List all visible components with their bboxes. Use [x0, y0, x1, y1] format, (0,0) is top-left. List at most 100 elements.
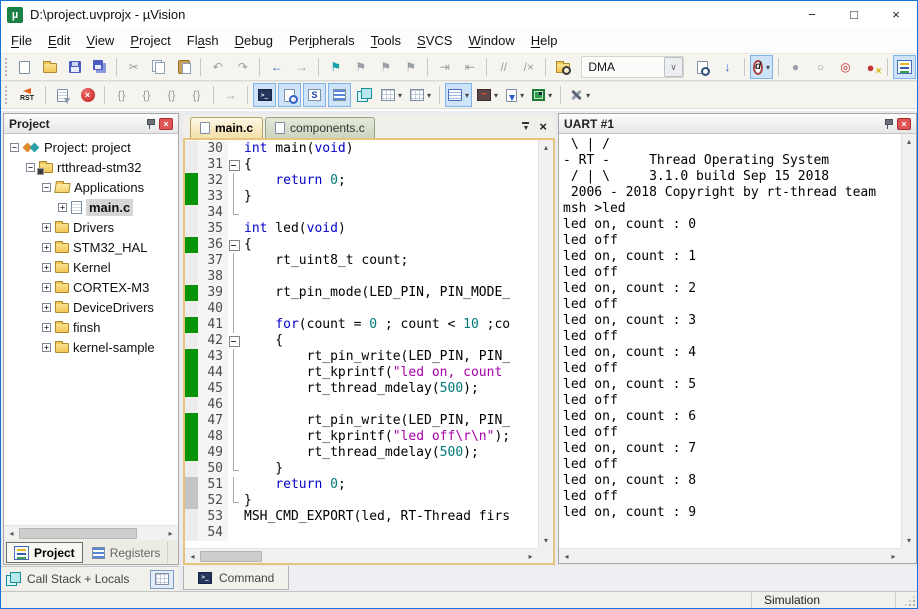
system-viewer-dropdown-icon[interactable]: ▾	[548, 91, 552, 100]
tree-item-kernel[interactable]: +Kernel	[4, 257, 178, 277]
symbol-window[interactable]: S	[303, 83, 326, 107]
editor-hscrollbar[interactable]: ◂ ▸	[185, 548, 538, 563]
open-file[interactable]	[38, 55, 61, 79]
search-input[interactable]: DMA	[588, 60, 615, 74]
close-button[interactable]: ×	[875, 1, 917, 28]
disable-all-breakpoints[interactable]: ◎	[834, 55, 857, 79]
project-tree-hscrollbar[interactable]: ◂ ▸	[4, 525, 178, 540]
menu-svcs[interactable]: SVCS	[409, 30, 460, 51]
scroll-down-icon[interactable]: ▾	[539, 533, 554, 548]
search-combobox[interactable]: DMA ∨	[581, 56, 684, 78]
scroll-right-icon[interactable]: ▸	[523, 549, 538, 564]
find-in-files[interactable]	[551, 55, 574, 79]
menu-help[interactable]: Help	[523, 30, 566, 51]
find-dialog[interactable]: d▾	[750, 55, 773, 79]
debug-toolbox-dropdown-icon[interactable]: ▾	[586, 91, 590, 100]
expand-icon[interactable]: +	[42, 343, 51, 352]
editor-tab-main-c[interactable]: main.c	[190, 117, 263, 138]
fold-collapse-icon[interactable]	[228, 333, 240, 349]
reset-cpu[interactable]: RST	[14, 83, 40, 107]
menu-flash[interactable]: Flash	[179, 30, 227, 51]
menu-tools[interactable]: Tools	[363, 30, 409, 51]
debug-toolbox[interactable]: ▾	[566, 83, 593, 107]
analysis-windows-dropdown-icon[interactable]: ▾	[494, 91, 498, 100]
editor-vscrollbar[interactable]: ▴ ▾	[538, 140, 553, 548]
tree-item-drivers[interactable]: +Drivers	[4, 217, 178, 237]
undo[interactable]: ↶	[206, 55, 229, 79]
copy[interactable]	[147, 55, 170, 79]
comment-selection[interactable]: //	[492, 55, 515, 79]
tree-item-finsh[interactable]: +finsh	[4, 317, 178, 337]
pin-icon[interactable]	[883, 118, 893, 129]
pin-icon[interactable]	[145, 118, 155, 129]
editor-tab-components-c[interactable]: components.c	[265, 117, 375, 138]
analysis-windows[interactable]: ~▾	[474, 83, 501, 107]
menu-file[interactable]: File	[3, 30, 40, 51]
expand-icon[interactable]: +	[42, 243, 51, 252]
lookup-word[interactable]	[691, 55, 714, 79]
new-file[interactable]	[13, 55, 36, 79]
expand-icon[interactable]: +	[42, 323, 51, 332]
resize-grip[interactable]	[913, 604, 915, 606]
tab-registers[interactable]: Registers	[85, 542, 169, 563]
tab-list-icon[interactable]: ▼	[522, 122, 529, 132]
scroll-down-icon[interactable]: ▾	[902, 533, 917, 548]
save-all[interactable]	[88, 55, 111, 79]
collapse-icon[interactable]: −	[42, 183, 51, 192]
tree-item-project-project[interactable]: −Project: project	[4, 137, 178, 157]
expand-icon[interactable]: +	[42, 263, 51, 272]
watch-windows-dropdown-icon[interactable]: ▾	[398, 91, 402, 100]
menu-edit[interactable]: Edit	[40, 30, 78, 51]
menu-project[interactable]: Project	[122, 30, 178, 51]
expand-icon[interactable]: +	[42, 283, 51, 292]
step-out[interactable]: {}	[160, 83, 183, 107]
menu-window[interactable]: Window	[460, 30, 522, 51]
combobox-dropdown-icon[interactable]: ∨	[664, 57, 683, 77]
step-into[interactable]: {}	[110, 83, 133, 107]
clear-all-bookmarks[interactable]: ⚑	[399, 55, 422, 79]
tree-item-cortex-m3[interactable]: +CORTEX-M3	[4, 277, 178, 297]
uncomment-selection[interactable]: /×	[517, 55, 540, 79]
memory-windows[interactable]: ▾	[407, 83, 434, 107]
navigate-forward[interactable]: →	[290, 55, 313, 79]
insert-remove-breakpoint[interactable]: ●	[784, 55, 807, 79]
incremental-find[interactable]: ↓	[716, 55, 739, 79]
scroll-up-icon[interactable]: ▴	[902, 134, 917, 149]
save[interactable]	[63, 55, 86, 79]
tab-command[interactable]: >_ Command	[183, 566, 289, 590]
scroll-left-icon[interactable]: ◂	[185, 549, 200, 564]
next-bookmark[interactable]: ⚑	[374, 55, 397, 79]
registers-window[interactable]	[328, 83, 351, 107]
tree-item-kernel-sample[interactable]: +kernel-sample	[4, 337, 178, 357]
step-over[interactable]: {}	[135, 83, 158, 107]
enable-disable-breakpoint[interactable]: ○	[809, 55, 832, 79]
scroll-up-icon[interactable]: ▴	[539, 140, 554, 155]
callstack-bar[interactable]: Call Stack + Locals	[1, 566, 179, 591]
tree-item-main-c[interactable]: +main.c	[4, 197, 178, 217]
unindent-selection[interactable]: ⇤	[458, 55, 481, 79]
expand-icon[interactable]: +	[42, 223, 51, 232]
trace-windows-dropdown-icon[interactable]: ▾	[520, 91, 524, 100]
uart-vscrollbar[interactable]: ▴ ▾	[901, 134, 916, 548]
fold-collapse-icon[interactable]	[228, 157, 240, 173]
hscroll-thumb[interactable]	[200, 551, 262, 562]
uart-hscrollbar[interactable]: ◂ ▸	[559, 548, 901, 563]
project-panel-close-button[interactable]: ×	[159, 118, 173, 130]
run-to-cursor[interactable]: {}	[185, 83, 208, 107]
configuration[interactable]	[893, 55, 916, 79]
uart-output[interactable]: \ | / - RT - Thread Operating System / |…	[559, 134, 901, 548]
paste[interactable]	[172, 55, 195, 79]
expand-icon[interactable]: +	[58, 203, 67, 212]
trace-windows[interactable]: ▾	[503, 83, 527, 107]
navigate-back[interactable]: ←	[265, 55, 288, 79]
minimize-button[interactable]: −	[791, 1, 833, 28]
command-window[interactable]: >_	[253, 83, 276, 107]
menu-peripherals[interactable]: Peripherals	[281, 30, 363, 51]
serial-windows[interactable]: ▾	[445, 83, 472, 107]
collapse-icon[interactable]: −	[26, 163, 35, 172]
fold-collapse-icon[interactable]	[228, 237, 240, 253]
code-editor[interactable]: 30int main(void)31{32 return 0;33}3435in…	[183, 138, 555, 565]
show-next-statement[interactable]	[51, 83, 74, 107]
stop-debug[interactable]: ×	[76, 83, 99, 107]
find-dialog-dropdown-icon[interactable]: ▾	[766, 63, 770, 72]
